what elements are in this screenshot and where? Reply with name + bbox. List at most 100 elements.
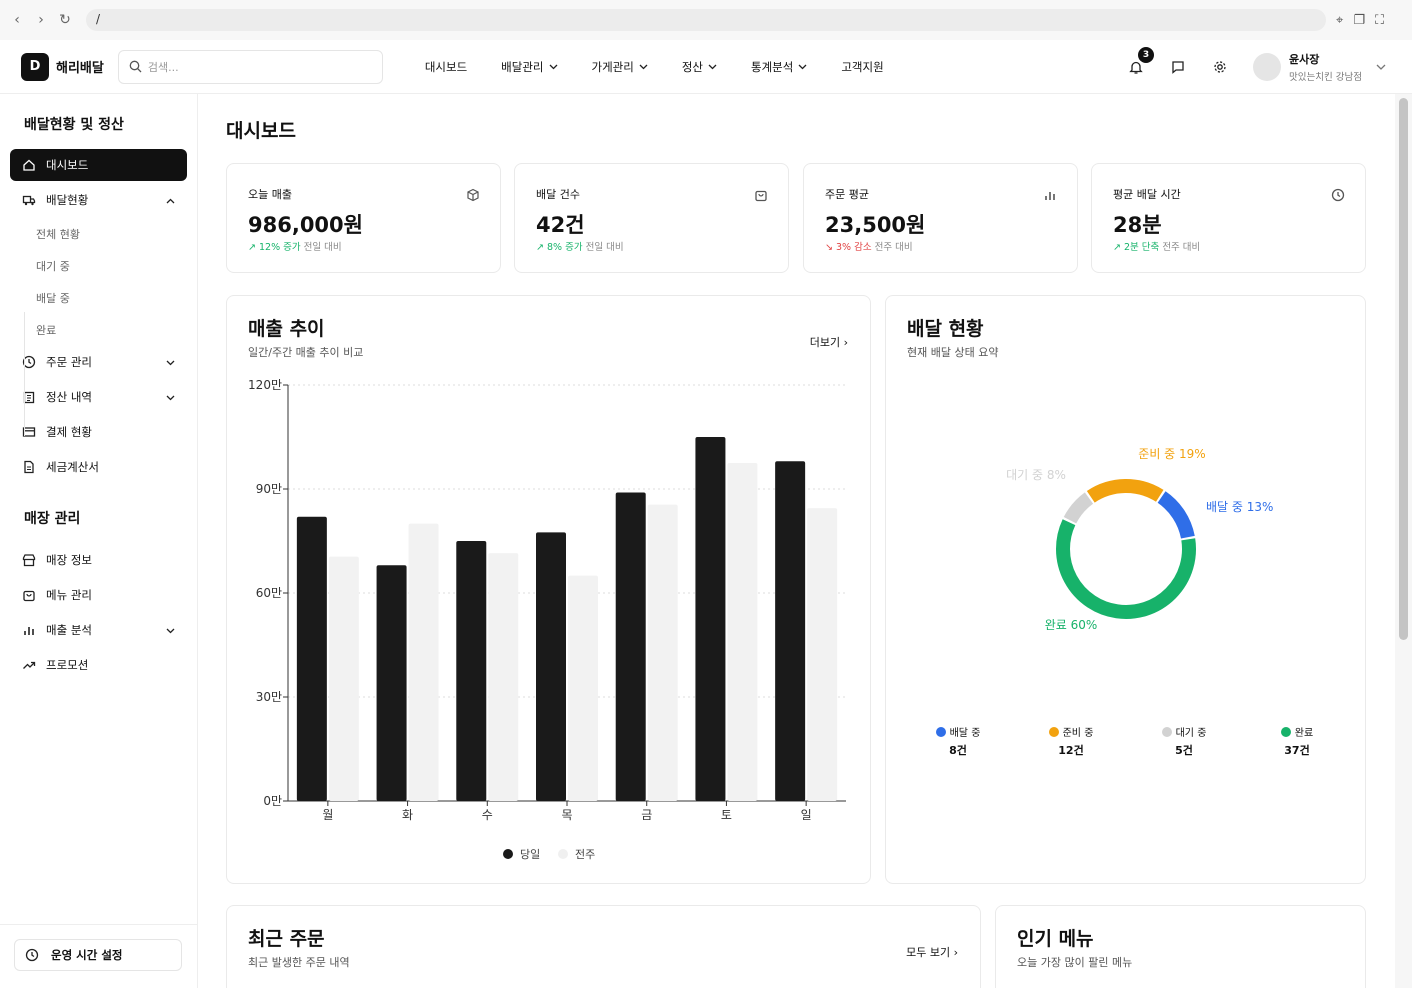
kpi-delta-value: 12% 증가 xyxy=(258,242,301,253)
bar-today[interactable] xyxy=(775,461,806,801)
sidebar-item-1[interactable]: 배달현황 xyxy=(10,184,187,216)
sidebar-subitem-3[interactable]: 완료 xyxy=(36,322,56,338)
bar-today[interactable] xyxy=(296,516,327,801)
sidebar-store-item-1[interactable]: 메뉴 관리 xyxy=(10,579,187,611)
back-icon[interactable]: ‹ xyxy=(10,12,24,28)
nav-item-label: 가게관리 xyxy=(591,59,634,74)
bar-today[interactable] xyxy=(695,437,726,801)
bar-lastweek[interactable] xyxy=(488,553,519,801)
bar-chart-icon xyxy=(1045,192,1055,200)
chevron-down-icon[interactable] xyxy=(1376,64,1386,70)
sidebar-item-0[interactable]: 대시보드 xyxy=(10,149,187,181)
search-input[interactable]: 검색... xyxy=(117,49,383,84)
nav-item-3[interactable]: 정산 xyxy=(682,59,717,75)
sidebar-arrow[interactable] xyxy=(166,390,175,404)
sidebar-item-4[interactable]: 결제 현황 xyxy=(10,416,187,448)
nav-item-0[interactable]: 대시보드 xyxy=(425,59,467,75)
bar-lastweek[interactable] xyxy=(727,463,758,801)
kpi-icon-wrap xyxy=(754,187,768,206)
kpi-delta-value: 3% 감소 xyxy=(835,242,872,253)
reload-icon[interactable]: ↻ xyxy=(58,12,72,28)
sidebar-footer: 운영 시간 설정 xyxy=(0,924,197,988)
user-info[interactable]: 윤사장 맛있는치킨 강남점 xyxy=(1289,51,1362,83)
sidebar-arrow[interactable] xyxy=(166,623,175,637)
gear-icon xyxy=(1214,61,1226,73)
trend-up-icon: ↗ xyxy=(1113,242,1124,253)
x-tick-label: 금 xyxy=(641,808,652,822)
kpi-delta-note: 전주 대비 xyxy=(1162,242,1201,253)
settings-button[interactable] xyxy=(1211,58,1229,76)
bar-today[interactable] xyxy=(456,541,487,801)
nav-item-5[interactable]: 고객지원 xyxy=(841,59,883,75)
delivery-legend-item-1: 준비 중 12건 xyxy=(1046,724,1096,758)
chevron-down-icon xyxy=(708,64,717,69)
bar-lastweek[interactable] xyxy=(647,504,678,801)
bar-lastweek[interactable] xyxy=(568,575,598,801)
sidebar-store-item-0[interactable]: 매장 정보 xyxy=(10,544,187,576)
sidebar-item-5[interactable]: 세금계산서 xyxy=(10,451,187,483)
window-icon[interactable]: ❐ xyxy=(1353,13,1365,28)
trend-up-icon: ↗ xyxy=(536,242,547,253)
scrollbar-thumb[interactable] xyxy=(1399,98,1408,640)
sidebar-arrow[interactable] xyxy=(166,193,175,207)
bar-today[interactable] xyxy=(536,532,566,801)
kpi-label: 배달 건수 xyxy=(536,188,580,201)
nav-item-2[interactable]: 가게관리 xyxy=(592,59,648,75)
sidebar-store-item-3[interactable]: 프로모션 xyxy=(10,649,187,681)
message-button[interactable] xyxy=(1169,58,1187,76)
sidebar-subitem-2[interactable]: 배달 중 xyxy=(36,290,70,306)
cursor-icon[interactable]: ⌖ xyxy=(1336,13,1343,28)
donut-segment[interactable] xyxy=(1086,479,1164,503)
x-tick-label: 월 xyxy=(322,808,333,822)
donut-segment[interactable] xyxy=(1157,491,1195,539)
nav-item-4[interactable]: 통계분석 xyxy=(751,59,807,75)
kpi-delta-value: 8% 증가 xyxy=(546,242,583,253)
bar-today[interactable] xyxy=(615,492,646,801)
avatar[interactable] xyxy=(1253,53,1282,81)
sidebar-item-3[interactable]: 정산 내역 xyxy=(10,381,187,413)
nav-item-1[interactable]: 배달관리 xyxy=(501,59,557,75)
kpi-card-0: 오늘 매출 986,000원 ↗ 12% 증가 전일 대비 xyxy=(226,163,501,273)
sales-bar-chart: 0만 30만 60만 90만 120만월 화 수 목 금 토 일당일 전주 xyxy=(248,378,846,861)
legend-row: 배달 중 xyxy=(933,724,983,739)
document-icon xyxy=(24,460,34,474)
kpi-icon-wrap xyxy=(1331,187,1345,206)
address-bar[interactable]: / xyxy=(86,9,1326,31)
sidebar-item-label: 대시보드 xyxy=(46,158,89,172)
browser-toolbar: ‹ › ↻ / ⌖ ❐ ⛶ xyxy=(0,0,1412,40)
donut-segment[interactable] xyxy=(1063,492,1094,524)
kpi-delta-value: 2분 단축 xyxy=(1123,242,1160,253)
sidebar-store-item-2[interactable]: 매출 분석 xyxy=(10,614,187,646)
sidebar: 배달현황 및 정산 대시보드 배달현황 주문 관리 정산 내역 결제 현황 세금계산서 전… xyxy=(0,94,198,988)
forward-icon[interactable]: › xyxy=(34,12,48,28)
sidebar-subitem-0[interactable]: 전체 현황 xyxy=(36,226,80,242)
notification-button[interactable]: 3 xyxy=(1127,47,1155,76)
sidebar-arrow[interactable] xyxy=(166,355,175,369)
donut-segment[interactable] xyxy=(1056,519,1196,619)
kpi-card-3: 평균 배달 시간 28분 ↗ 2분 단축 전주 대비 xyxy=(1091,163,1366,273)
legend-label: 완료 xyxy=(1294,728,1314,739)
page-scrollbar[interactable] xyxy=(1395,94,1412,988)
bar-lastweek[interactable] xyxy=(807,508,838,801)
nav-item-label: 배달관리 xyxy=(501,59,544,74)
recent-more-link[interactable]: 모두 보기 › xyxy=(906,944,958,960)
legend-dot xyxy=(1161,727,1172,737)
bar-lastweek[interactable] xyxy=(408,523,439,801)
kpi-delta: ↗ 12% 증가 전일 대비 xyxy=(248,239,342,253)
app-name[interactable]: 해리배달 xyxy=(56,57,104,76)
legend-label: 당일 xyxy=(520,847,540,861)
sidebar-item-label: 배달현황 xyxy=(46,193,89,207)
kpi-delta-note: 전일 대비 xyxy=(585,242,624,253)
logo-mark[interactable]: D xyxy=(21,52,49,81)
kpi-delta-note: 전주 대비 xyxy=(874,242,913,253)
bar-today[interactable] xyxy=(376,565,407,801)
sidebar-item-2[interactable]: 주문 관리 xyxy=(10,346,187,378)
user-name: 윤사장 xyxy=(1289,53,1320,66)
bar-lastweek[interactable] xyxy=(328,556,359,801)
sidebar-icon-wrap xyxy=(22,658,36,672)
operating-hours-button[interactable]: 운영 시간 설정 xyxy=(14,939,182,971)
sidebar-subitem-1[interactable]: 대기 중 xyxy=(36,258,70,274)
delivery-legend-item-0: 배달 중 8건 xyxy=(933,724,983,758)
sidebar-item-label: 결제 현황 xyxy=(46,425,92,439)
fullscreen-icon[interactable]: ⛶ xyxy=(1375,13,1384,28)
